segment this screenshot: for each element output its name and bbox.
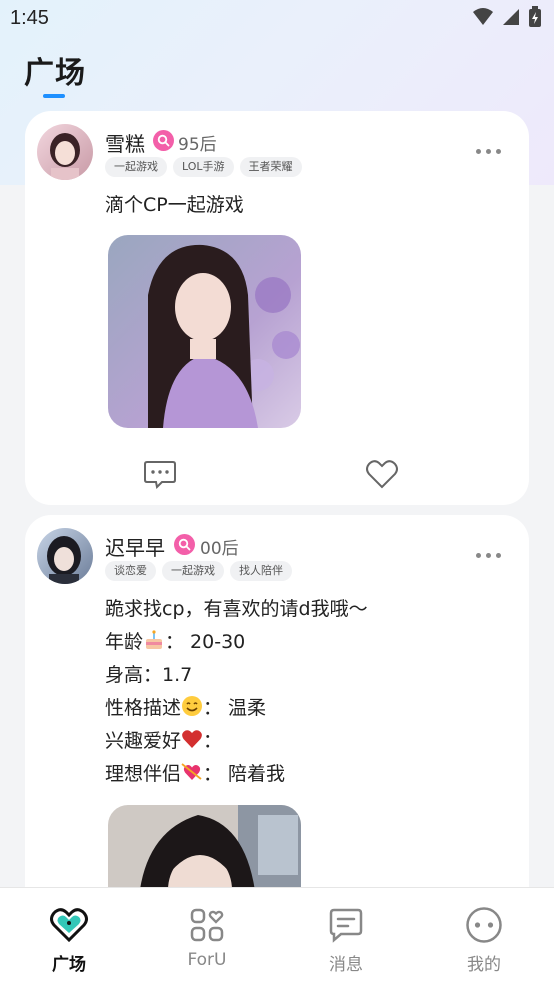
tab-label: 我的 [467,955,501,975]
tab-square[interactable]: 广场 [9,888,129,984]
search-badge-icon [174,534,195,555]
tab-me[interactable]: 我的 [424,888,544,984]
more-options-icon[interactable] [476,149,501,154]
like-icon[interactable] [365,459,399,489]
grid-heart-icon [187,905,227,945]
heart-chat-icon [49,905,89,945]
post-text-line: 年龄 ： 20-30 [105,626,245,659]
tag[interactable]: 一起游戏 [162,561,224,581]
age-label: 00后 [200,539,239,559]
cake-emoji-icon [143,629,165,651]
title-indicator [43,94,65,98]
post-text: 滴个CP一起游戏 [105,194,244,216]
tag-list: 谈恋爱 一起游戏 找人陪伴 [105,561,292,581]
search-badge-icon [153,130,174,151]
post-text-line: 跪求找cp，有喜欢的请d我哦～ [105,598,368,620]
tag[interactable]: 谈恋爱 [105,561,156,581]
smile-emoji-icon [181,695,203,717]
signal-icon [503,9,519,25]
red-heart-emoji-icon [181,728,203,750]
tag[interactable]: 找人陪伴 [230,561,292,581]
status-bar: 1:45 [0,0,554,38]
text-value: ： 20-30 [165,631,246,653]
tag-list: 一起游戏 LOL手游 王者荣耀 [105,157,302,177]
heart-arrow-emoji-icon [181,761,203,783]
post-card[interactable]: 迟早早 00后 谈恋爱 一起游戏 找人陪伴 跪求找cp，有喜欢的请d我哦～ 年龄… [25,515,529,935]
tab-label: 广场 [52,955,86,975]
avatar[interactable] [37,124,93,180]
tab-label: ForU [187,950,227,970]
wifi-icon [473,8,493,25]
post-text-line: 身高：1.7 [105,664,193,686]
text-label: 理想伴侣 [105,763,182,785]
bottom-tab-bar: 广场 ForU 消息 我的 [0,887,554,984]
status-time: 1:45 [10,7,49,29]
comment-icon[interactable] [143,459,177,490]
post-photo[interactable] [108,235,301,428]
post-card[interactable]: 雪糕 95后 一起游戏 LOL手游 王者荣耀 滴个CP一起游戏 [25,111,529,505]
text-value: ： 陪着我 [203,763,286,785]
avatar[interactable] [37,528,93,584]
user-name[interactable]: 迟早早 [105,532,165,561]
tag[interactable]: 一起游戏 [105,157,167,177]
text-label: 性格描述 [105,697,182,719]
message-icon [326,905,366,945]
tag[interactable]: LOL手游 [173,157,234,177]
tab-label: 消息 [329,955,363,975]
post-text-line: 性格描述 ： 温柔 [105,692,266,725]
text-value: ： 温柔 [203,697,267,719]
more-options-icon[interactable] [476,553,501,558]
text-value: ： [203,730,223,752]
post-text-line: 兴趣爱好 ： [105,725,222,758]
tab-messages[interactable]: 消息 [286,888,406,984]
face-icon [464,905,504,945]
age-label: 95后 [178,135,217,155]
text-label: 年龄 [105,631,144,653]
text-label: 兴趣爱好 [105,730,182,752]
status-icons [472,6,542,28]
tab-foru[interactable]: ForU [147,888,267,984]
battery-icon [529,6,541,27]
user-name[interactable]: 雪糕 [105,128,145,157]
page-title: 广场 [24,56,86,91]
tag[interactable]: 王者荣耀 [239,157,302,177]
post-text-line: 理想伴侣 ： 陪着我 [105,758,285,791]
